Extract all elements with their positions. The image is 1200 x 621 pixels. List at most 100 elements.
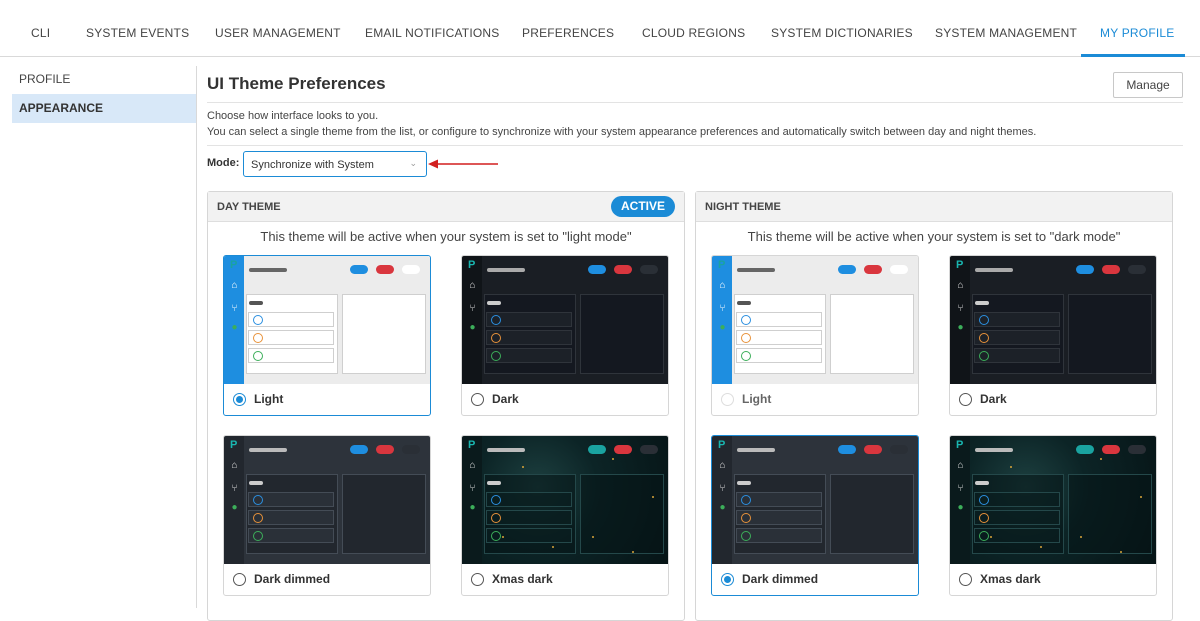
- theme-card-xmas[interactable]: P ⌂ ⑂ ● Xmas dark: [949, 435, 1157, 596]
- radio-dark[interactable]: [959, 393, 972, 406]
- preview-sidebar: [950, 256, 970, 384]
- preview-pill: [890, 445, 908, 454]
- status-icon: [741, 315, 751, 325]
- home-icon: ⌂: [957, 280, 964, 291]
- preview-row: [974, 330, 1060, 345]
- preview-pill: [838, 445, 856, 454]
- preview-pill: [402, 265, 420, 274]
- sparkle-icon: [1010, 466, 1012, 468]
- preview-row: [736, 312, 822, 327]
- home-icon: ⌂: [469, 460, 476, 471]
- sparkle-icon: [990, 536, 992, 538]
- sparkle-icon: [632, 551, 634, 553]
- radio-xmas[interactable]: [471, 573, 484, 586]
- sidebar-divider: [196, 66, 197, 608]
- radio-dimmed[interactable]: [721, 573, 734, 586]
- preview-title-bar: [249, 448, 287, 452]
- status-icon: [979, 333, 989, 343]
- preview-sidebar: [224, 256, 244, 384]
- home-icon: ⌂: [719, 460, 726, 471]
- theme-card-light[interactable]: P ⌂ ⑂ ● Light: [223, 255, 431, 416]
- theme-card-footer: Dark: [462, 384, 668, 415]
- preview-pane-right: [830, 474, 914, 554]
- preview-sidebar: [462, 256, 482, 384]
- theme-card-footer: Light: [712, 384, 918, 415]
- status-icon: [979, 495, 989, 505]
- preview-pill: [1128, 445, 1146, 454]
- status-icon: [253, 315, 263, 325]
- preview-title-bar: [975, 448, 1013, 452]
- mode-select[interactable]: Synchronize with System ⌄: [243, 151, 427, 177]
- manage-button[interactable]: Manage: [1113, 72, 1183, 98]
- preview-heading: [487, 301, 501, 305]
- run-icon: ●: [469, 502, 476, 513]
- tab-email-notifications[interactable]: EMAIL NOTIFICATIONS: [365, 26, 499, 40]
- theme-preview: P ⌂ ⑂ ●: [224, 436, 430, 564]
- night-theme-title: NIGHT THEME: [705, 201, 781, 213]
- sparkle-icon: [502, 536, 504, 538]
- preview-row: [248, 510, 334, 525]
- preview-title-bar: [487, 448, 525, 452]
- preview-pill: [588, 445, 606, 454]
- preview-row: [736, 492, 822, 507]
- preview-row: [486, 528, 572, 543]
- status-icon: [741, 351, 751, 361]
- theme-card-dark[interactable]: P ⌂ ⑂ ● Dark: [949, 255, 1157, 416]
- tab-system-dictionaries[interactable]: SYSTEM DICTIONARIES: [771, 26, 913, 40]
- preview-pill: [588, 265, 606, 274]
- theme-preview: P ⌂ ⑂ ●: [950, 256, 1156, 384]
- preview-row: [248, 528, 334, 543]
- preview-sidebar: [462, 436, 482, 564]
- logo-icon: P: [718, 439, 726, 451]
- status-icon: [253, 351, 263, 361]
- preview-title-bar: [487, 268, 525, 272]
- preview-pill: [1076, 445, 1094, 454]
- home-icon: ⌂: [231, 460, 238, 471]
- tab-my-profile[interactable]: MY PROFILE: [1100, 26, 1174, 40]
- radio-xmas[interactable]: [959, 573, 972, 586]
- preview-pane-right: [1068, 474, 1152, 554]
- tab-cli[interactable]: CLI: [31, 26, 50, 40]
- theme-card-dark[interactable]: P ⌂ ⑂ ● Dark: [461, 255, 669, 416]
- sidebar-item-profile[interactable]: PROFILE: [12, 65, 196, 94]
- radio-light[interactable]: [233, 393, 246, 406]
- mode-label: Mode:: [207, 157, 240, 169]
- title-divider: [207, 102, 1183, 103]
- preview-pill: [376, 445, 394, 454]
- theme-label-dimmed: Dark dimmed: [254, 572, 331, 586]
- fork-icon: ⑂: [957, 303, 964, 314]
- night-theme-header: NIGHT THEME: [696, 192, 1172, 222]
- theme-card-footer: Dark: [950, 384, 1156, 415]
- run-icon: ●: [719, 322, 726, 333]
- preview-title-bar: [975, 268, 1013, 272]
- theme-label-xmas: Xmas dark: [492, 572, 553, 586]
- chevron-down-icon: ⌄: [409, 158, 417, 168]
- theme-label-light: Light: [254, 392, 284, 406]
- theme-card-xmas[interactable]: P ⌂ ⑂ ● Xmas dark: [461, 435, 669, 596]
- radio-dimmed[interactable]: [233, 573, 246, 586]
- preview-pill: [1102, 265, 1120, 274]
- tab-user-management[interactable]: USER MANAGEMENT: [215, 26, 341, 40]
- theme-card-light[interactable]: P ⌂ ⑂ ● Light: [711, 255, 919, 416]
- theme-card-dimmed[interactable]: P ⌂ ⑂ ● Dark dimmed: [223, 435, 431, 596]
- night-theme-note: This theme will be active when your syst…: [747, 229, 1121, 244]
- description-line-1: Choose how interface looks to you.: [207, 110, 379, 122]
- radio-dark[interactable]: [471, 393, 484, 406]
- tab-system-management[interactable]: SYSTEM MANAGEMENT: [935, 26, 1077, 40]
- preview-heading: [737, 301, 751, 305]
- top-navigation: CLI SYSTEM EVENTS USER MANAGEMENT EMAIL …: [0, 0, 1200, 57]
- preview-row: [974, 312, 1060, 327]
- fork-icon: ⑂: [469, 483, 476, 494]
- preview-row: [248, 492, 334, 507]
- run-icon: ●: [957, 502, 964, 513]
- tab-cloud-regions[interactable]: CLOUD REGIONS: [642, 26, 745, 40]
- sidebar-item-appearance[interactable]: APPEARANCE: [12, 94, 196, 123]
- tab-system-events[interactable]: SYSTEM EVENTS: [86, 26, 189, 40]
- status-icon: [741, 495, 751, 505]
- preview-heading: [249, 481, 263, 485]
- status-icon: [741, 531, 751, 541]
- preview-pill: [614, 445, 632, 454]
- tab-preferences[interactable]: PREFERENCES: [522, 26, 614, 40]
- fork-icon: ⑂: [469, 303, 476, 314]
- theme-card-dimmed[interactable]: P ⌂ ⑂ ● Dark dimmed: [711, 435, 919, 596]
